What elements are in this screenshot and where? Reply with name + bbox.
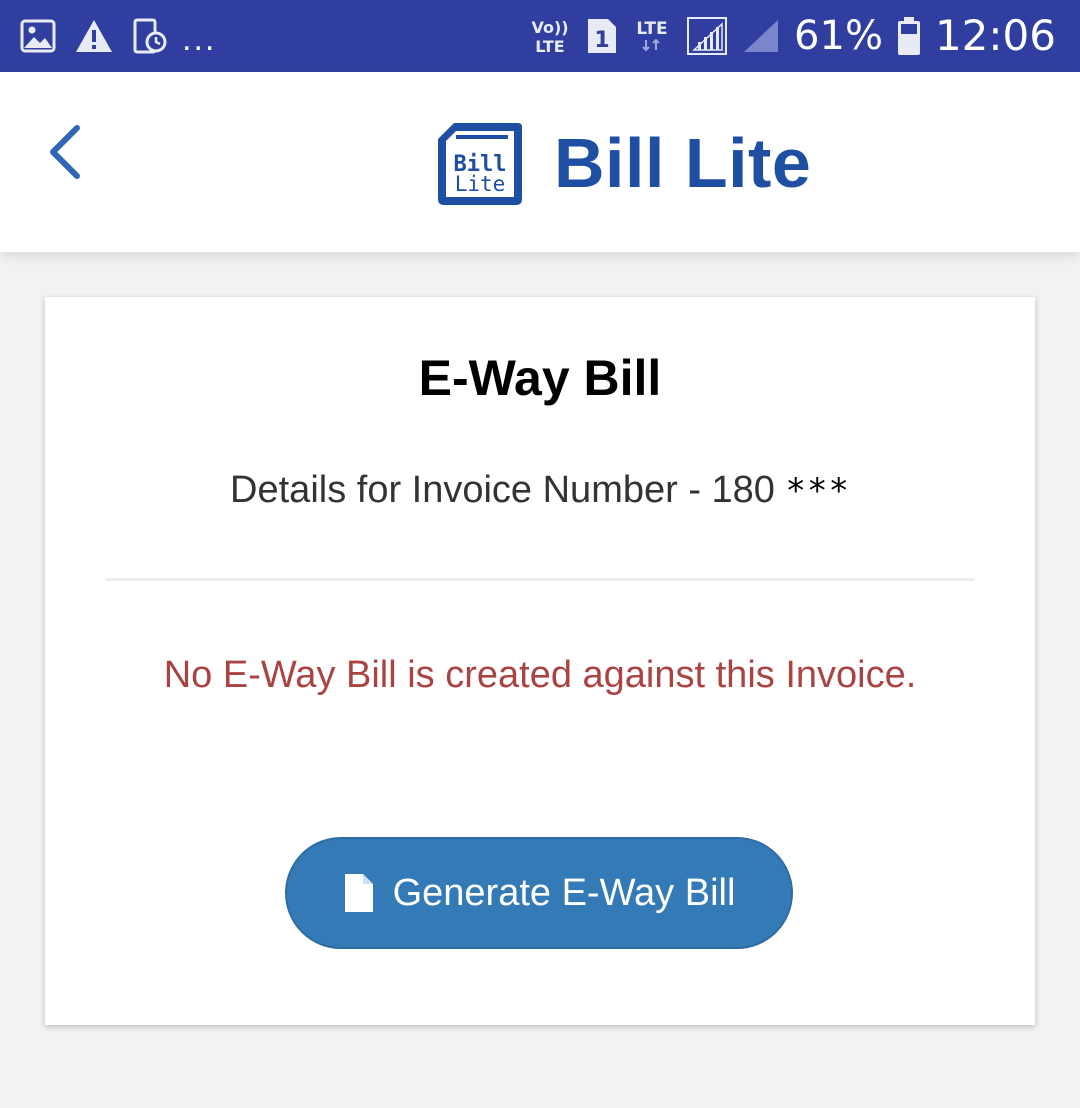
eway-bill-card: E-Way Bill Details for Invoice Number - … <box>45 297 1035 1025</box>
back-button[interactable] <box>30 112 100 192</box>
no-eway-bill-message: No E-Way Bill is created against this In… <box>163 654 917 696</box>
status-system: Vo)) LTE 1 LTE 61% 12:06 <box>530 12 1056 60</box>
invoice-details: Details for Invoice Number - 180 *** <box>45 469 1035 512</box>
svg-text:LTE: LTE <box>535 37 564 56</box>
lte-data-icon: LTE <box>632 16 672 56</box>
chevron-left-icon <box>50 125 80 179</box>
signal-strength-icon-2 <box>742 18 780 54</box>
svg-text:Vo)): Vo)) <box>531 18 568 37</box>
volte-icon: Vo)) LTE <box>530 16 570 56</box>
app-header: Bill Lite Bill Lite <box>0 72 1080 252</box>
file-icon <box>344 874 373 912</box>
generate-button-label: Generate E-Way Bill <box>392 871 736 914</box>
invoice-number-mask: *** <box>785 471 850 511</box>
clock: 12:06 <box>934 11 1056 60</box>
svg-text:LTE: LTE <box>636 19 667 39</box>
signal-strength-icon <box>686 16 728 56</box>
status-notifications: ... <box>20 16 217 58</box>
brand: Bill Lite Bill Lite <box>436 118 811 208</box>
invoice-label: Details for Invoice Number - 180 <box>230 469 775 511</box>
divider <box>105 578 975 581</box>
warning-icon <box>74 18 114 54</box>
app-name: Bill Lite <box>554 124 812 202</box>
battery-percent: 61% <box>794 13 883 59</box>
svg-text:Lite: Lite <box>455 172 506 196</box>
svg-text:1: 1 <box>594 28 609 53</box>
card-title: E-Way Bill <box>418 350 662 406</box>
image-icon <box>20 19 56 53</box>
generate-eway-bill-button[interactable]: Generate E-Way Bill <box>285 837 793 949</box>
bill-lite-logo-icon: Bill Lite <box>438 123 522 205</box>
status-bar: ... Vo)) LTE 1 LTE 61% 12:06 <box>0 0 1080 72</box>
screen-timer-icon <box>132 18 168 54</box>
sim-slot-icon: 1 <box>584 17 618 55</box>
battery-icon <box>897 16 921 56</box>
overflow-dots: ... <box>182 20 217 58</box>
